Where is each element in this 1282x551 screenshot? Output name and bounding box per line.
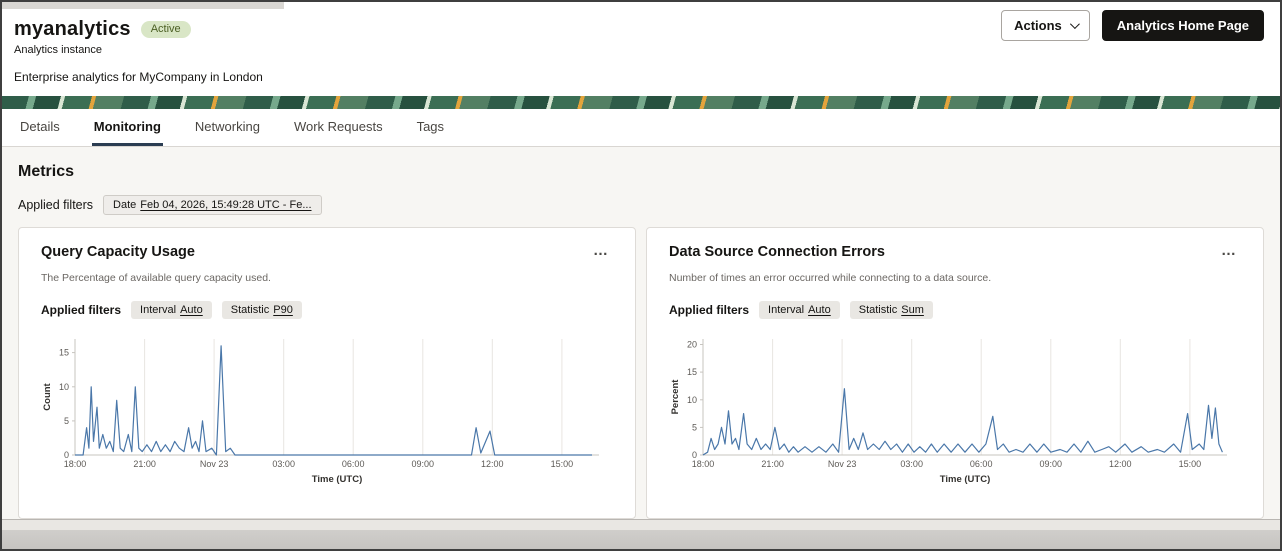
card-applied-filters: Applied filters Interval Auto Statistic …	[41, 301, 613, 319]
svg-text:18:00: 18:00	[64, 459, 87, 469]
filter-value: Auto	[180, 304, 203, 316]
date-filter-prefix: Date	[113, 199, 137, 211]
page-title: myanalytics	[14, 18, 131, 40]
svg-text:06:00: 06:00	[970, 459, 993, 469]
svg-text:09:00: 09:00	[1040, 459, 1063, 469]
svg-text:10: 10	[59, 382, 69, 392]
svg-text:12:00: 12:00	[1109, 459, 1132, 469]
main-content: Metrics Applied filters Date Feb 04, 202…	[2, 147, 1280, 519]
instance-type-label: Analytics instance	[14, 44, 103, 56]
tab-work-requests[interactable]: Work Requests	[292, 109, 385, 146]
date-filter-value: Feb 04, 2026, 15:49:28 UTC - Fe...	[140, 199, 312, 211]
card-title: Query Capacity Usage	[41, 244, 195, 260]
status-badge: Active	[140, 21, 191, 38]
svg-text:15:00: 15:00	[551, 459, 574, 469]
window-footer-strip	[2, 519, 1280, 549]
svg-text:15: 15	[687, 367, 697, 377]
filter-value: Auto	[808, 304, 831, 316]
metrics-heading: Metrics	[18, 163, 75, 180]
instance-header: myanalytics Active Analytics instance En…	[2, 2, 1280, 96]
tab-tags[interactable]: Tags	[415, 109, 446, 146]
window-top-strip	[2, 2, 284, 9]
svg-text:18:00: 18:00	[692, 459, 715, 469]
svg-text:Time (UTC): Time (UTC)	[940, 474, 991, 485]
applied-filters-label: Applied filters	[18, 198, 94, 212]
svg-text:Percent: Percent	[670, 379, 681, 415]
interval-filter-chip[interactable]: Interval Auto	[131, 301, 212, 319]
svg-text:09:00: 09:00	[412, 459, 435, 469]
date-filter-chip[interactable]: Date Feb 04, 2026, 15:49:28 UTC - Fe...	[103, 195, 322, 215]
data-source-connection-errors-card: Data Source Connection Errors Number of …	[646, 227, 1264, 519]
card-applied-filters: Applied filters Interval Auto Statistic …	[669, 301, 1241, 319]
chevron-down-icon	[1069, 19, 1080, 30]
svg-text:21:00: 21:00	[133, 459, 156, 469]
ellipsis-menu-icon[interactable]	[1217, 244, 1241, 258]
svg-text:Count: Count	[42, 382, 53, 410]
svg-text:10: 10	[687, 395, 697, 405]
svg-text:20: 20	[687, 340, 697, 350]
svg-text:03:00: 03:00	[900, 459, 923, 469]
svg-text:15: 15	[59, 348, 69, 358]
ellipsis-menu-icon[interactable]	[589, 244, 613, 258]
query-capacity-usage-card: Query Capacity Usage The Percentage of a…	[18, 227, 636, 519]
svg-text:5: 5	[692, 422, 697, 432]
decorative-banner	[2, 96, 1280, 109]
tab-details[interactable]: Details	[18, 109, 62, 146]
connection-errors-chart: 0 5 10 15 20 18:00 21:00 Nov 23 03:00 06:00 09:00 1…	[669, 333, 1241, 490]
applied-filters-label: Applied filters	[669, 303, 750, 317]
tab-networking[interactable]: Networking	[193, 109, 262, 146]
card-description: The Percentage of available query capaci…	[41, 272, 271, 284]
svg-text:12:00: 12:00	[481, 459, 504, 469]
svg-text:Time (UTC): Time (UTC)	[312, 474, 363, 485]
tab-bar: Details Monitoring Networking Work Reque…	[2, 109, 1280, 147]
svg-text:03:00: 03:00	[272, 459, 295, 469]
svg-text:5: 5	[64, 416, 69, 426]
analytics-home-page-button[interactable]: Analytics Home Page	[1101, 10, 1264, 41]
card-title: Data Source Connection Errors	[669, 244, 885, 260]
svg-text:Nov 23: Nov 23	[200, 459, 229, 469]
statistic-filter-chip[interactable]: Statistic P90	[221, 301, 302, 319]
statistic-filter-chip[interactable]: Statistic Sum	[849, 301, 933, 319]
chart-svg: 05101518:00 21:00 Nov 23 03:00 06:00 09:00 12:…	[41, 333, 605, 485]
page-applied-filters: Applied filters Date Feb 04, 2026, 15:49…	[18, 195, 1264, 215]
query-capacity-chart: 0 5 10 15 18:00 21:00 Nov 23 03:00 06:00 09:00 12:…	[41, 333, 613, 490]
filter-label: Statistic	[230, 304, 270, 316]
svg-text:Nov 23: Nov 23	[828, 459, 857, 469]
filter-label: Interval	[140, 304, 177, 316]
instance-description: Enterprise analytics for MyCompany in Lo…	[14, 70, 263, 84]
actions-button-label: Actions	[1014, 18, 1062, 33]
interval-filter-chip[interactable]: Interval Auto	[759, 301, 840, 319]
chart-svg: 0510152018:00 21:00 Nov 23 03:00 06:00 09:00 1…	[669, 333, 1233, 485]
analytics-instance-page: myanalytics Active Analytics instance En…	[2, 2, 1280, 549]
applied-filters-label: Applied filters	[41, 303, 122, 317]
tab-monitoring[interactable]: Monitoring	[91, 109, 163, 146]
filter-value: Sum	[901, 304, 924, 316]
svg-text:15:00: 15:00	[1179, 459, 1202, 469]
actions-button[interactable]: Actions	[1001, 10, 1090, 41]
svg-text:21:00: 21:00	[761, 459, 784, 469]
card-description: Number of times an error occurred while …	[669, 272, 992, 284]
filter-value: P90	[273, 304, 293, 316]
filter-label: Interval	[768, 304, 805, 316]
svg-text:06:00: 06:00	[342, 459, 365, 469]
filter-label: Statistic	[858, 304, 898, 316]
